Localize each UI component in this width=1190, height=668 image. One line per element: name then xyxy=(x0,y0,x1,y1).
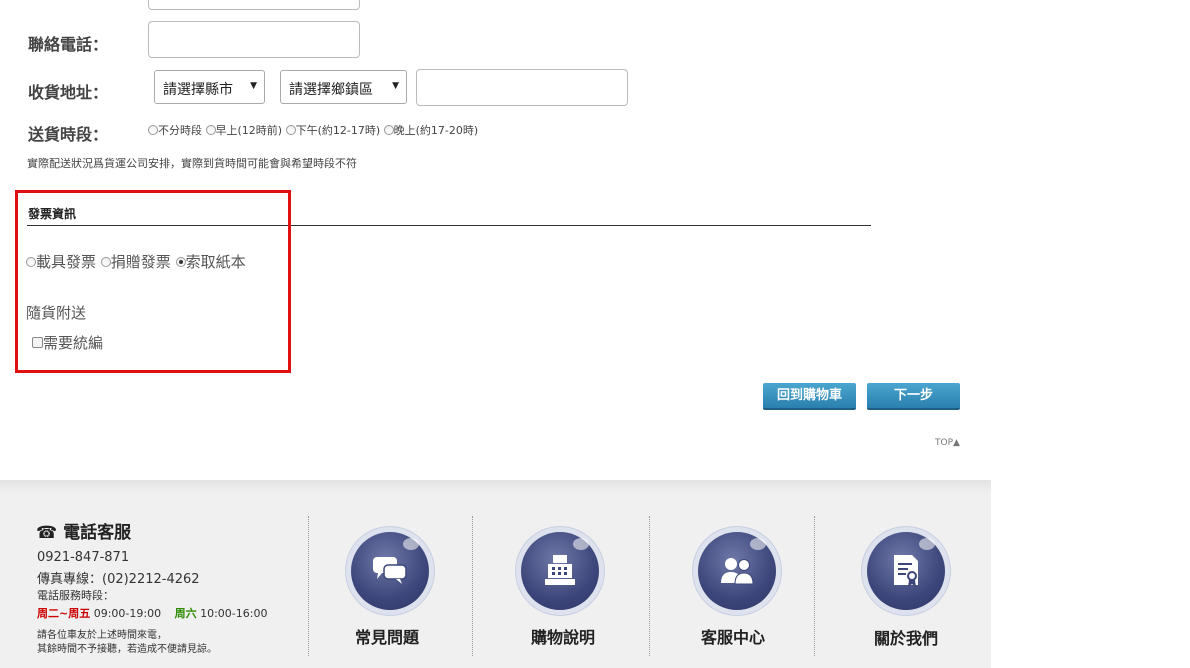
shopping-guide-link-icon[interactable] xyxy=(521,532,599,610)
people-icon xyxy=(721,558,754,585)
district-select[interactable]: 請選擇鄉鎮區 ▼ xyxy=(280,70,407,104)
faq-link-icon[interactable] xyxy=(351,532,429,610)
service-notice-2: 其餘時間不予接聽，若造成不便請見諒。 xyxy=(37,644,217,655)
service-center-link[interactable]: 客服中心 xyxy=(663,624,803,648)
dropdown-arrow-icon: ▼ xyxy=(392,81,399,91)
weekday-hours: 09:00-19:00 xyxy=(93,607,162,620)
delivery-option-label: 晚上(約17-20時) xyxy=(393,124,479,137)
name-input[interactable] xyxy=(148,0,360,10)
phone-input[interactable] xyxy=(148,21,360,58)
service-notice-1: 請各位車友於上述時間來電， xyxy=(37,630,167,641)
delivery-option-radio[interactable] xyxy=(383,125,394,135)
shopping-guide-link[interactable]: 購物說明 xyxy=(493,624,633,648)
delivery-option-radio[interactable] xyxy=(148,125,158,135)
delivery-note: 實際配送狀況爲貨運公司安排，實際到貨時間可能會與希望時段不符 xyxy=(27,157,357,170)
back-to-cart-button[interactable]: 回到購物車 xyxy=(763,383,856,410)
delivery-option-label: 下午(約12-17時) xyxy=(295,124,381,137)
back-to-top-link[interactable]: TOP▲ xyxy=(935,438,960,448)
delivery-option-radio[interactable] xyxy=(205,125,216,135)
phone-label: 聯絡電話： xyxy=(28,35,109,54)
service-phone: 0921-847-871 xyxy=(37,550,130,565)
chat-bubbles-icon xyxy=(373,557,407,584)
service-hours: 周二~周五 09:00-19:00 周六 10:00-16:00 xyxy=(37,605,267,621)
delivery-options: 不分時段 早上(12時前) 下午(約12-17時) 晚上(約17-20時) xyxy=(148,122,478,138)
cash-register-icon xyxy=(545,555,575,585)
faq-link[interactable]: 常見問題 xyxy=(317,624,457,648)
address-input[interactable] xyxy=(416,69,628,106)
shine-highlight xyxy=(919,538,935,550)
county-select[interactable]: 請選擇縣市 ▼ xyxy=(154,70,265,104)
service-fax: 傳真專線：(02)2212-4262 xyxy=(37,572,200,587)
shine-highlight xyxy=(403,538,419,550)
next-step-button[interactable]: 下一步 xyxy=(867,383,960,410)
service-center-link-icon[interactable] xyxy=(698,532,776,610)
weekday-days: 周二~周五 xyxy=(37,607,91,620)
invoice-highlight-box xyxy=(15,190,291,373)
county-select-value: 請選擇縣市 xyxy=(163,82,233,98)
footer: ☎ 電話客服 0921-847-871 傳真專線：(02)2212-4262 電… xyxy=(0,480,991,668)
saturday-day: 周六 xyxy=(174,607,197,620)
dropdown-arrow-icon: ▼ xyxy=(250,81,257,91)
footer-separator xyxy=(814,516,815,656)
district-select-value: 請選擇鄉鎮區 xyxy=(289,82,373,98)
certificate-icon xyxy=(894,555,918,587)
about-us-link-icon[interactable] xyxy=(867,532,945,610)
delivery-option-radio[interactable] xyxy=(285,125,296,135)
shine-highlight xyxy=(573,538,589,550)
delivery-label: 送貨時段： xyxy=(28,125,109,144)
footer-separator xyxy=(649,516,650,656)
address-label: 收貨地址： xyxy=(28,83,109,102)
footer-separator xyxy=(308,516,309,656)
saturday-hours: 10:00-16:00 xyxy=(200,607,268,620)
about-us-link[interactable]: 關於我們 xyxy=(836,625,976,649)
shine-highlight xyxy=(750,538,766,550)
footer-separator xyxy=(472,516,473,656)
delivery-option-label: 早上(12時前) xyxy=(215,124,283,137)
phone-service-title: ☎ 電話客服 xyxy=(36,523,132,543)
delivery-option-label: 不分時段 xyxy=(158,124,202,137)
service-hours-label: 電話服務時段： xyxy=(37,589,114,602)
